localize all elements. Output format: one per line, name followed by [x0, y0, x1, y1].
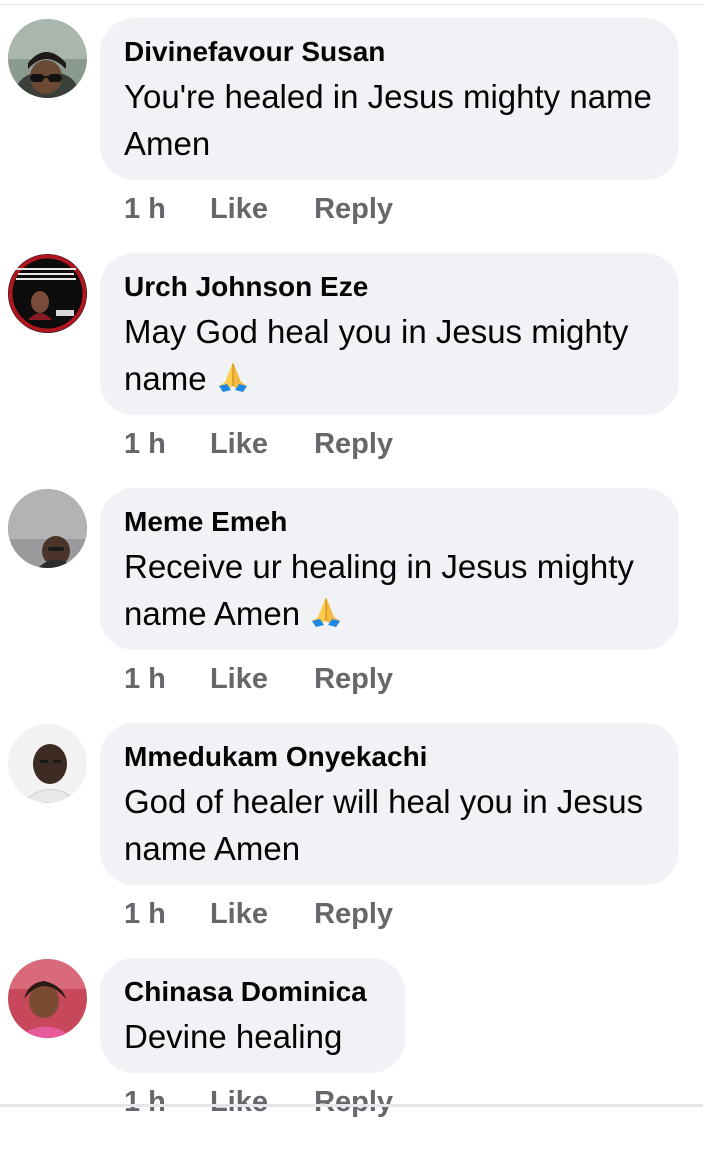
comment-timestamp[interactable]: 1 h	[124, 898, 166, 931]
comment-item: Chinasa Dominica Devine healing 1 h Like…	[0, 940, 703, 1175]
avatar[interactable]	[8, 959, 87, 1038]
comment-text-content: May God heal you in Jesus mighty name	[124, 313, 629, 397]
comment-text: You're healed in Jesus mighty name Amen	[124, 78, 652, 162]
comment-item: Mmedukam Onyekachi God of healer will he…	[0, 705, 703, 940]
comment-author[interactable]: Divinefavour Susan	[124, 35, 655, 69]
reply-button[interactable]: Reply	[314, 898, 393, 931]
avatar-image	[8, 959, 87, 1038]
comment-item: Urch Johnson Eze May God heal you in Jes…	[0, 235, 703, 470]
like-button[interactable]: Like	[210, 1086, 268, 1119]
avatar[interactable]	[8, 19, 87, 98]
comment-bubble: Meme Emeh Receive ur healing in Jesus mi…	[100, 488, 679, 650]
like-button[interactable]: Like	[210, 193, 268, 226]
like-button[interactable]: Like	[210, 663, 268, 696]
avatar-image	[8, 489, 87, 568]
comment-author[interactable]: Chinasa Dominica	[124, 975, 381, 1009]
comment-author[interactable]: Mmedukam Onyekachi	[124, 740, 655, 774]
comment-timestamp[interactable]: 1 h	[124, 663, 166, 696]
comment-timestamp[interactable]: 1 h	[124, 1086, 166, 1119]
comment-text: Receive ur healing in Jesus mighty name …	[124, 543, 655, 637]
comment-timestamp[interactable]: 1 h	[124, 193, 166, 226]
comment-bubble: Mmedukam Onyekachi God of healer will he…	[100, 723, 679, 885]
comment-item: Meme Emeh Receive ur healing in Jesus mi…	[0, 470, 703, 705]
folded-hands-icon	[218, 362, 247, 392]
reply-button[interactable]: Reply	[314, 428, 393, 461]
avatar-image	[8, 254, 87, 333]
comment-item: Divinefavour Susan You're healed in Jesu…	[0, 0, 703, 235]
comment-author[interactable]: Meme Emeh	[124, 505, 655, 539]
comment-actions: 1 h Like Reply	[124, 428, 393, 461]
comment-actions: 1 h Like Reply	[124, 193, 393, 226]
comment-bubble: Chinasa Dominica Devine healing	[100, 958, 405, 1073]
reply-button[interactable]: Reply	[314, 1086, 393, 1119]
comment-bubble: Urch Johnson Eze May God heal you in Jes…	[100, 253, 679, 415]
reply-button[interactable]: Reply	[314, 663, 393, 696]
folded-hands-icon	[312, 597, 341, 627]
comment-actions: 1 h Like Reply	[124, 663, 393, 696]
reply-button[interactable]: Reply	[314, 193, 393, 226]
comment-actions: 1 h Like Reply	[124, 1086, 393, 1119]
comment-text: Devine healing	[124, 1018, 343, 1055]
avatar[interactable]	[8, 724, 87, 803]
avatar[interactable]	[8, 489, 87, 568]
comment-text: May God heal you in Jesus mighty name	[124, 308, 655, 402]
like-button[interactable]: Like	[210, 428, 268, 461]
avatar[interactable]	[8, 254, 87, 333]
avatar-image	[8, 19, 87, 98]
comment-actions: 1 h Like Reply	[124, 898, 393, 931]
avatar-image	[8, 724, 87, 803]
comment-text-content: Receive ur healing in Jesus mighty name …	[124, 548, 634, 632]
like-button[interactable]: Like	[210, 898, 268, 931]
comment-author[interactable]: Urch Johnson Eze	[124, 270, 655, 304]
comment-text: God of healer will heal you in Jesus nam…	[124, 783, 644, 867]
comment-bubble: Divinefavour Susan You're healed in Jesu…	[100, 18, 679, 180]
comment-timestamp[interactable]: 1 h	[124, 428, 166, 461]
